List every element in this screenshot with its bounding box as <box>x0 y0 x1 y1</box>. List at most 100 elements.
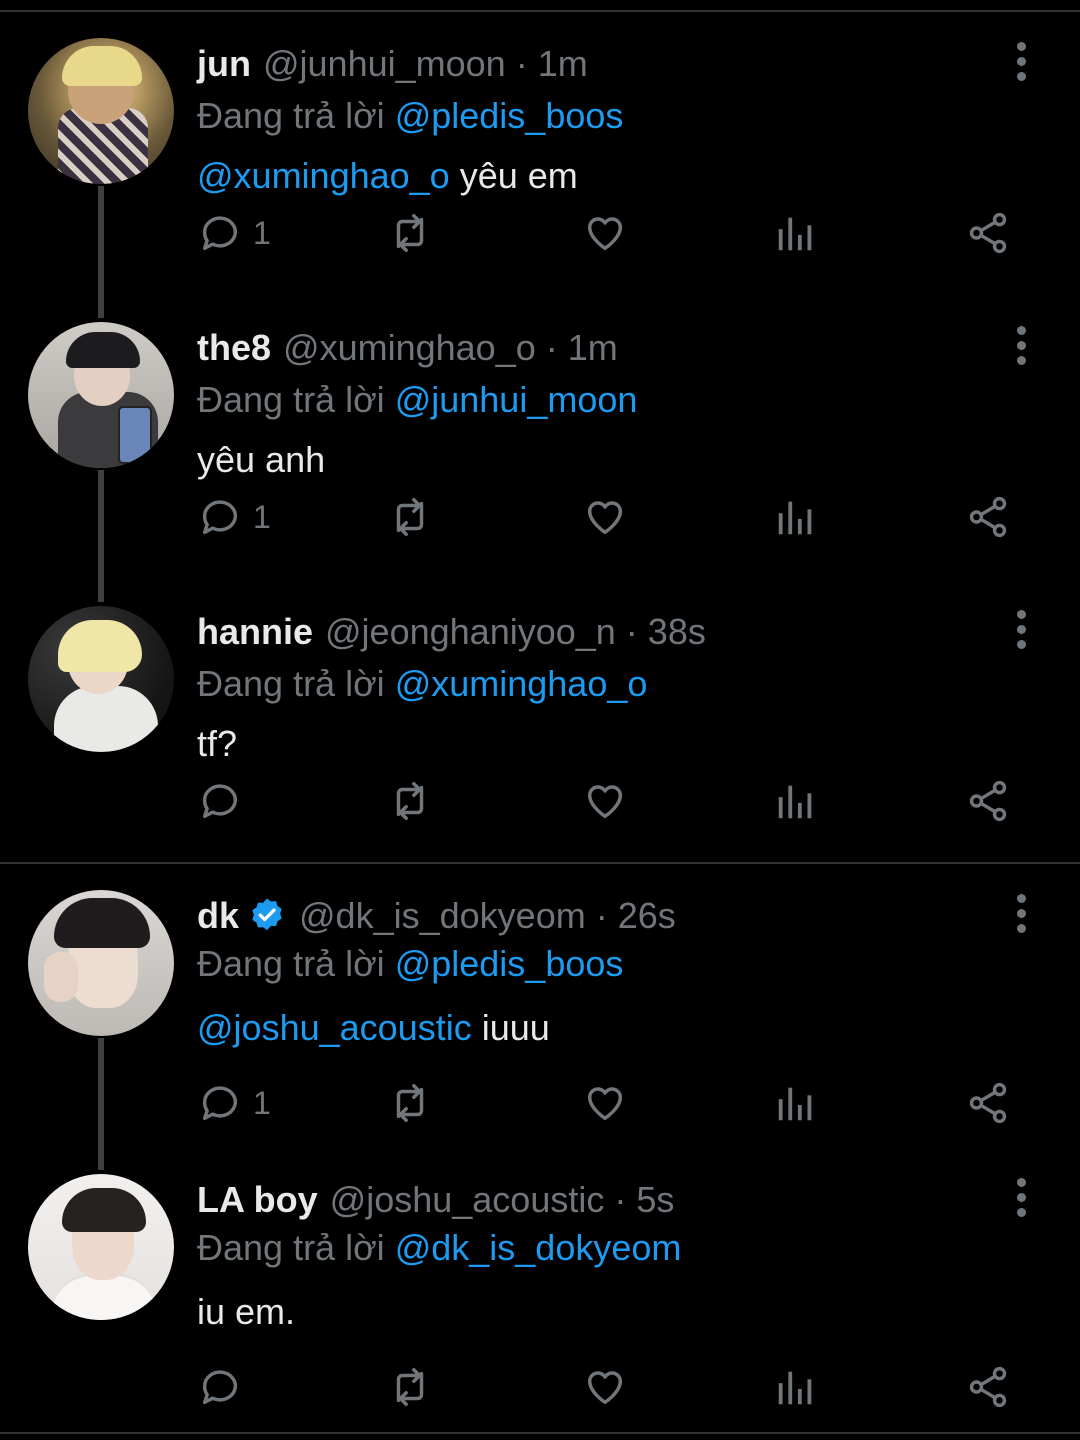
timestamp[interactable]: 26s <box>618 895 676 937</box>
replying-to-mention[interactable]: @pledis_boos <box>395 95 624 137</box>
more-options-icon[interactable] <box>1010 322 1032 382</box>
tweet[interactable]: hannie @jeonghaniyoo_n · 38s Đang trả lờ… <box>0 606 1080 846</box>
body-mention[interactable]: @joshu_acoustic <box>197 1007 472 1049</box>
user-handle[interactable]: @joshu_acoustic <box>330 1179 605 1221</box>
like-icon <box>587 1087 623 1121</box>
tweet-text: @joshu_acoustic iuuu <box>197 1002 550 1054</box>
reply-button[interactable]: 1 <box>197 1076 271 1130</box>
user-handle[interactable]: @dk_is_dokyeom <box>299 895 586 937</box>
user-handle[interactable]: @junhui_moon <box>263 43 506 85</box>
action-bar <box>197 1360 1027 1414</box>
reply-count: 1 <box>253 1084 271 1121</box>
body-text: iuuu <box>481 1007 550 1048</box>
tweet-header: jun @junhui_moon · 1m <box>197 38 588 90</box>
like-icon <box>587 1371 623 1405</box>
display-name[interactable]: the8 <box>197 327 271 369</box>
analytics-icon <box>778 1087 812 1121</box>
replying-to-label: Đang trả lời <box>197 95 385 136</box>
top-divider <box>0 10 1080 12</box>
reply-button[interactable] <box>197 1360 253 1414</box>
analytics-button[interactable] <box>773 206 819 260</box>
reply-button[interactable]: 1 <box>197 490 271 544</box>
retweet-button[interactable] <box>387 490 433 544</box>
section-divider <box>0 862 1080 864</box>
reply-icon <box>202 1086 238 1121</box>
avatar[interactable] <box>28 606 174 752</box>
retweet-button[interactable] <box>387 1360 433 1414</box>
share-button[interactable] <box>965 206 1011 260</box>
tweet[interactable]: jun @junhui_moon · 1m Đang trả lời @pled… <box>0 38 1080 278</box>
retweet-icon <box>396 214 424 252</box>
retweet-icon <box>396 782 424 820</box>
analytics-button[interactable] <box>773 1360 819 1414</box>
body-text: yêu anh <box>197 439 326 480</box>
display-name[interactable]: dk <box>197 895 239 937</box>
more-options-icon[interactable] <box>1010 38 1032 98</box>
tweet-text: iu em. <box>197 1286 295 1338</box>
replying-to-mention[interactable]: @dk_is_dokyeom <box>395 1227 682 1269</box>
avatar[interactable] <box>28 38 174 184</box>
tweet[interactable]: the8 @xuminghao_o · 1m Đang trả lời @jun… <box>0 322 1080 562</box>
action-bar: 1 <box>197 490 1027 544</box>
share-icon <box>969 780 1007 822</box>
retweet-button[interactable] <box>387 1076 433 1130</box>
body-text: iu em. <box>197 1291 296 1332</box>
retweet-button[interactable] <box>387 206 433 260</box>
like-button[interactable] <box>582 206 628 260</box>
reply-icon <box>202 1370 238 1405</box>
tweet-text: @xuminghao_o yêu em <box>197 150 578 202</box>
like-button[interactable] <box>582 490 628 544</box>
timestamp[interactable]: 1m <box>568 327 618 369</box>
separator-dot: · <box>625 611 638 652</box>
like-button[interactable] <box>582 774 628 828</box>
reply-button[interactable] <box>197 774 253 828</box>
more-options-icon[interactable] <box>1010 890 1032 950</box>
replying-to-mention[interactable]: @xuminghao_o <box>395 663 648 705</box>
avatar[interactable] <box>28 322 174 468</box>
replying-to-label: Đang trả lời <box>197 379 385 420</box>
user-handle[interactable]: @xuminghao_o <box>283 327 536 369</box>
display-name[interactable]: LA boy <box>197 1179 318 1221</box>
like-button[interactable] <box>582 1360 628 1414</box>
analytics-button[interactable] <box>773 774 819 828</box>
separator-dot: · <box>595 895 608 936</box>
body-text: tf? <box>197 723 238 764</box>
like-icon <box>587 217 623 251</box>
timestamp[interactable]: 38s <box>648 611 706 653</box>
share-button[interactable] <box>965 774 1011 828</box>
share-icon <box>969 1082 1007 1124</box>
display-name[interactable]: jun <box>197 43 251 85</box>
replying-to: Đang trả lời @pledis_boos <box>197 90 623 142</box>
user-handle[interactable]: @jeonghaniyoo_n <box>325 611 616 653</box>
like-button[interactable] <box>582 1076 628 1130</box>
share-button[interactable] <box>965 490 1011 544</box>
reply-icon <box>202 784 238 819</box>
avatar[interactable] <box>28 890 174 1036</box>
analytics-icon <box>778 217 812 251</box>
replying-to-mention[interactable]: @junhui_moon <box>395 379 638 421</box>
reply-icon <box>202 500 238 535</box>
analytics-button[interactable] <box>773 490 819 544</box>
more-options-icon[interactable] <box>1010 1174 1032 1234</box>
reply-icon <box>202 216 238 251</box>
share-button[interactable] <box>965 1076 1011 1130</box>
tweet[interactable]: dk @dk_is_dokyeom · 26s Đang trả lời @pl… <box>0 890 1080 1130</box>
timestamp[interactable]: 5s <box>636 1179 674 1221</box>
action-bar <box>197 774 1027 828</box>
display-name[interactable]: hannie <box>197 611 313 653</box>
tweet[interactable]: LA boy @joshu_acoustic · 5s Đang trả lời… <box>0 1174 1080 1414</box>
separator-dot: · <box>614 1179 627 1220</box>
retweet-icon <box>396 498 424 536</box>
reply-button[interactable]: 1 <box>197 206 271 260</box>
body-text: yêu em <box>459 155 578 196</box>
more-options-icon[interactable] <box>1010 606 1032 666</box>
replying-to: Đang trả lời @pledis_boos <box>197 938 623 990</box>
body-mention[interactable]: @xuminghao_o <box>197 155 450 197</box>
avatar[interactable] <box>28 1174 174 1320</box>
share-button[interactable] <box>965 1360 1011 1414</box>
like-icon <box>587 501 623 535</box>
timestamp[interactable]: 1m <box>538 43 588 85</box>
replying-to-mention[interactable]: @pledis_boos <box>395 943 624 985</box>
retweet-button[interactable] <box>387 774 433 828</box>
analytics-button[interactable] <box>773 1076 819 1130</box>
